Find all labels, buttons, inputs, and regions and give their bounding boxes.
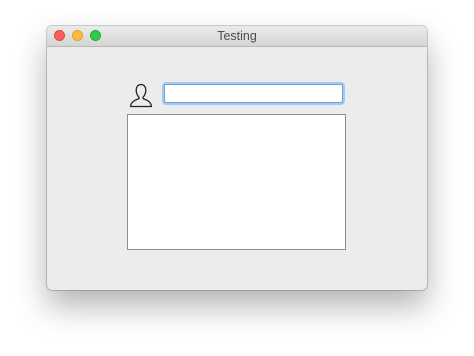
zoom-button[interactable] <box>90 30 101 41</box>
close-button[interactable] <box>54 30 65 41</box>
user-icon <box>129 83 153 108</box>
username-field[interactable] <box>164 84 343 103</box>
minimize-button[interactable] <box>72 30 83 41</box>
window-title: Testing <box>217 29 257 43</box>
title-bar[interactable]: Testing <box>47 26 427 47</box>
text-area[interactable] <box>127 114 346 250</box>
app-window: Testing <box>47 26 427 290</box>
